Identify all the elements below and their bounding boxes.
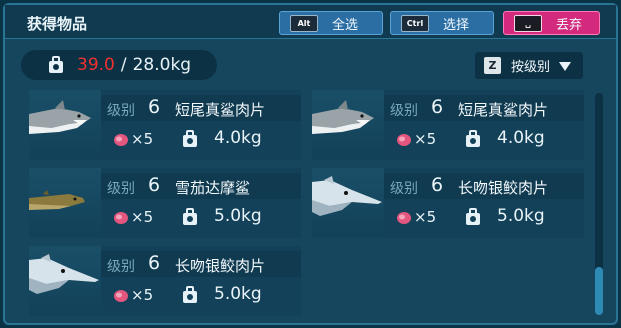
inventory-panel: 获得物品 Alt 全选 Ctrl 选择 ␣ 丢弃 39.0 / 28.0kg Z…	[3, 3, 618, 325]
item-grid: 级别 6 短尾真鲨肉片 ×5 4.0kg 级别 6 短尾真鲨肉片 ×5 4.0kg 级别 6 雪茄达摩鲨…	[29, 90, 589, 318]
item-quantity: ×5	[131, 286, 154, 304]
weight-separator: /	[120, 55, 127, 75]
weight-icon	[49, 56, 63, 73]
z-key-icon: Z	[484, 57, 501, 74]
item-thumbnail	[29, 90, 101, 160]
ctrl-key-icon: Ctrl	[401, 14, 429, 32]
chimaera-thumbnail	[29, 254, 99, 294]
scrollbar-thumb[interactable]	[595, 267, 603, 315]
item-name: 长吻银鲛肉片	[458, 179, 549, 197]
weight-icon	[466, 208, 480, 225]
item-card[interactable]: 级别 6 长吻银鲛肉片 ×5 5.0kg	[312, 168, 584, 238]
item-weight: 5.0kg	[214, 284, 262, 304]
weight-icon	[183, 130, 197, 147]
level-value: 6	[148, 252, 161, 274]
item-quantity: ×5	[131, 130, 154, 148]
sort-label: 按级别	[511, 60, 551, 75]
cigar-shark-thumbnail	[29, 190, 85, 210]
chimaera-thumbnail	[312, 176, 382, 216]
select-all-button[interactable]: Alt 全选	[279, 11, 383, 35]
meat-icon	[397, 134, 411, 146]
item-thumbnail	[312, 168, 384, 238]
space-key-icon: ␣	[514, 14, 542, 32]
shark-thumbnail	[29, 100, 91, 134]
discard-label: 丢弃	[556, 17, 583, 33]
item-thumbnail	[312, 90, 384, 160]
scrollbar[interactable]	[595, 93, 603, 315]
item-name: 短尾真鲨肉片	[175, 101, 266, 119]
select-label: 选择	[443, 17, 470, 33]
item-weight: 5.0kg	[214, 206, 262, 226]
sort-dropdown[interactable]: Z 按级别	[475, 52, 583, 79]
meat-icon	[114, 290, 128, 302]
level-label: 级别	[390, 181, 418, 197]
alt-key-icon: Alt	[290, 14, 318, 32]
level-value: 6	[148, 174, 161, 196]
item-quantity: ×5	[414, 130, 437, 148]
panel-title: 获得物品	[27, 15, 88, 33]
chevron-down-icon	[559, 61, 572, 71]
carry-weight: 39.0 / 28.0kg	[21, 50, 217, 80]
max-weight: 28.0kg	[132, 55, 192, 75]
item-card[interactable]: 级别 6 长吻银鲛肉片 ×5 5.0kg	[29, 246, 301, 316]
level-value: 6	[148, 96, 161, 118]
meat-icon	[114, 212, 128, 224]
weight-icon	[183, 286, 197, 303]
level-label: 级别	[107, 181, 135, 197]
select-all-label: 全选	[332, 17, 359, 33]
item-card[interactable]: 级别 6 短尾真鲨肉片 ×5 4.0kg	[312, 90, 584, 160]
weight-icon	[466, 130, 480, 147]
item-name: 长吻银鲛肉片	[175, 257, 266, 275]
item-name: 短尾真鲨肉片	[458, 101, 549, 119]
shark-thumbnail	[312, 100, 374, 134]
meat-icon	[114, 134, 128, 146]
discard-button[interactable]: ␣ 丢弃	[503, 11, 600, 35]
item-weight: 4.0kg	[497, 128, 545, 148]
item-weight: 4.0kg	[214, 128, 262, 148]
weight-icon	[183, 208, 197, 225]
meat-icon	[397, 212, 411, 224]
item-card[interactable]: 级别 6 短尾真鲨肉片 ×5 4.0kg	[29, 90, 301, 160]
item-name: 雪茄达摩鲨	[175, 179, 251, 197]
item-quantity: ×5	[131, 208, 154, 226]
item-quantity: ×5	[414, 208, 437, 226]
select-button[interactable]: Ctrl 选择	[390, 11, 494, 35]
level-value: 6	[431, 96, 444, 118]
item-thumbnail	[29, 168, 101, 238]
current-weight: 39.0	[77, 55, 115, 75]
item-card[interactable]: 级别 6 雪茄达摩鲨 ×5 5.0kg	[29, 168, 301, 238]
level-value: 6	[431, 174, 444, 196]
level-label: 级别	[390, 103, 418, 119]
level-label: 级别	[107, 259, 135, 275]
item-thumbnail	[29, 246, 101, 316]
level-label: 级别	[107, 103, 135, 119]
panel-header: 获得物品 Alt 全选 Ctrl 选择 ␣ 丢弃	[5, 5, 616, 39]
item-weight: 5.0kg	[497, 206, 545, 226]
